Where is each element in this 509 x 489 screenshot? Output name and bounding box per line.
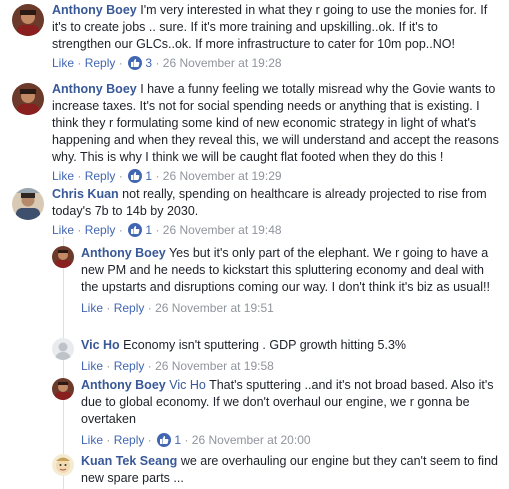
comment-actions: Like · Reply · 1 · 26 November at 19:29 [52, 169, 282, 183]
thumbs-up-icon[interactable] [128, 56, 143, 70]
comment-actions: Like · Reply · 3 · 26 November at 19:28 [52, 56, 282, 70]
like-count[interactable]: 1 [145, 223, 152, 237]
reply-link[interactable]: Reply [85, 56, 116, 70]
like-count[interactable]: 1 [145, 169, 152, 183]
comment-timestamp[interactable]: 26 November at 19:29 [163, 169, 282, 183]
mention-link[interactable]: Vic Ho [169, 378, 206, 392]
comment: Anthony Boey I'm very interested in what… [12, 2, 502, 74]
avatar[interactable] [12, 83, 44, 115]
reply: Anthony Boey Yes but it's only part of t… [52, 245, 502, 330]
comment-timestamp[interactable]: 26 November at 19:58 [155, 359, 274, 373]
comment-author[interactable]: Chris Kuan [52, 187, 119, 201]
comment-actions: Like · Reply · 1 · 26 November at 19:48 [52, 223, 282, 237]
reply-link[interactable]: Reply [85, 169, 116, 183]
comment-timestamp[interactable]: 26 November at 19:48 [163, 223, 282, 237]
comment-author[interactable]: Vic Ho [81, 338, 120, 352]
comment: Anthony Boey I have a funny feeling we t… [12, 81, 502, 184]
reply: Anthony Boey Vic Ho That's sputtering ..… [52, 377, 502, 447]
like-link[interactable]: Like [81, 301, 103, 315]
like-link[interactable]: Like [81, 359, 103, 373]
comment-actions: Like · Reply · 26 November at 19:51 [81, 301, 274, 315]
thumbs-up-icon[interactable] [157, 433, 172, 447]
reply: Vic Ho Economy isn't sputtering . GDP gr… [52, 337, 502, 373]
comment-author[interactable]: Anthony Boey [52, 3, 137, 17]
comment-author[interactable]: Anthony Boey [81, 378, 166, 392]
comment-timestamp[interactable]: 26 November at 19:28 [163, 56, 282, 70]
avatar[interactable] [52, 454, 74, 476]
reply-link[interactable]: Reply [114, 433, 145, 447]
avatar[interactable] [52, 378, 74, 400]
avatar[interactable] [52, 338, 74, 360]
comment-author[interactable]: Anthony Boey [52, 82, 137, 96]
comment-text: Economy isn't sputtering . GDP growth hi… [123, 338, 407, 352]
reply-link[interactable]: Reply [114, 359, 145, 373]
comment: Chris Kuan not really, spending on healt… [12, 186, 502, 237]
comment-actions: Like · Reply · 26 November at 19:58 [81, 359, 274, 373]
like-link[interactable]: Like [52, 223, 74, 237]
avatar[interactable] [12, 188, 44, 220]
thumbs-up-icon[interactable] [128, 223, 143, 237]
comment-actions: Like · Reply · 1 · 26 November at 20:00 [81, 433, 311, 447]
reply-link[interactable]: Reply [114, 301, 145, 315]
like-count[interactable]: 1 [174, 433, 181, 447]
comment-timestamp[interactable]: 26 November at 20:00 [192, 433, 311, 447]
like-link[interactable]: Like [52, 56, 74, 70]
comment-author[interactable]: Anthony Boey [81, 246, 166, 260]
reply: Kuan Tek Seang we are overhauling our en… [52, 453, 502, 489]
reply-link[interactable]: Reply [85, 223, 116, 237]
thumbs-up-icon[interactable] [128, 169, 143, 183]
avatar[interactable] [12, 4, 44, 36]
like-link[interactable]: Like [81, 433, 103, 447]
avatar[interactable] [52, 246, 74, 268]
like-link[interactable]: Like [52, 169, 74, 183]
comment-timestamp[interactable]: 26 November at 19:51 [155, 301, 274, 315]
comment-author[interactable]: Kuan Tek Seang [81, 454, 177, 468]
like-count[interactable]: 3 [145, 56, 152, 70]
